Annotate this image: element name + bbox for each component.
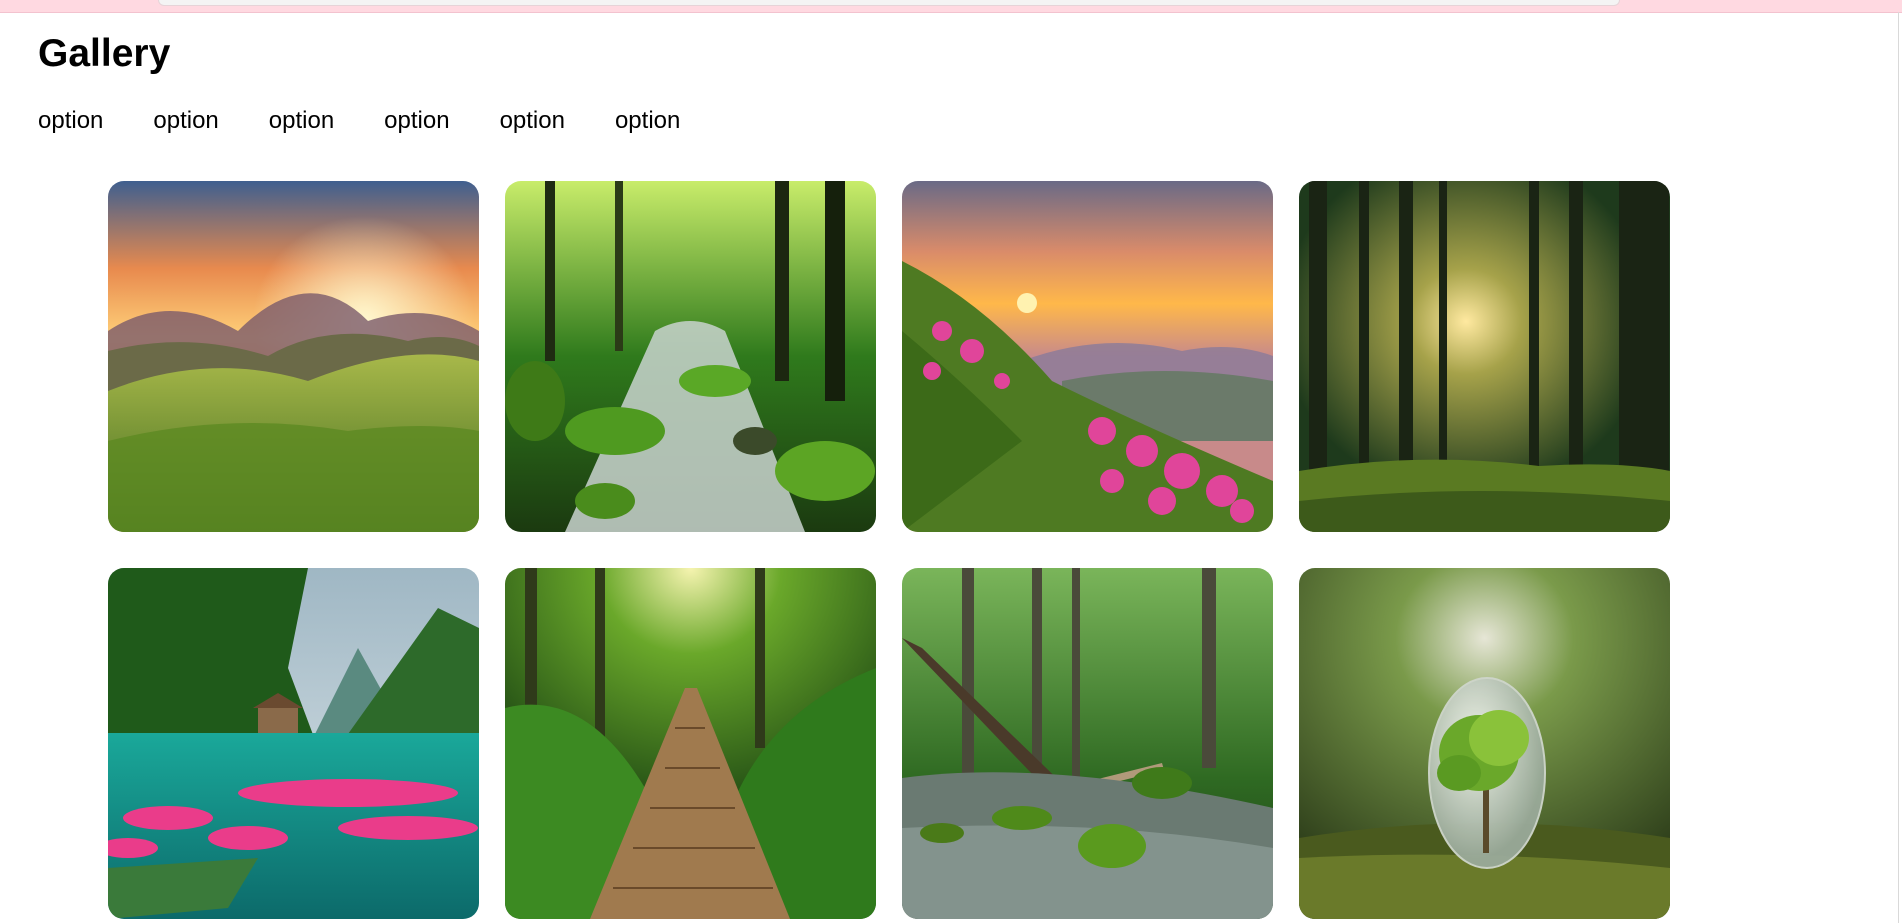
option-bar: option option option option option optio… <box>38 104 730 138</box>
image-grid <box>108 181 1670 919</box>
gallery-image-forest-stream[interactable] <box>505 181 876 532</box>
gallery-image-jungle-boardwalk[interactable] <box>505 568 876 919</box>
option-item-3[interactable]: option <box>269 104 334 138</box>
option-item-6[interactable]: option <box>615 104 680 138</box>
gallery-image-mountain-sunset[interactable] <box>108 181 479 532</box>
browser-top-strip <box>0 0 1902 13</box>
gallery-image-lake-cabin[interactable] <box>108 568 479 919</box>
option-item-1[interactable]: option <box>38 104 103 138</box>
option-item-2[interactable]: option <box>153 104 218 138</box>
gallery-image-pine-forest[interactable] <box>1299 181 1670 532</box>
address-bar-edge[interactable] <box>158 0 1620 6</box>
scrollbar-edge <box>1898 12 1899 923</box>
gallery-image-glass-globe-tree[interactable] <box>1299 568 1670 919</box>
gallery-image-mountain-flowers[interactable] <box>902 181 1273 532</box>
gallery-image-forest-river[interactable] <box>902 568 1273 919</box>
option-item-4[interactable]: option <box>384 104 449 138</box>
option-item-5[interactable]: option <box>500 104 565 138</box>
page-title: Gallery <box>38 32 171 75</box>
